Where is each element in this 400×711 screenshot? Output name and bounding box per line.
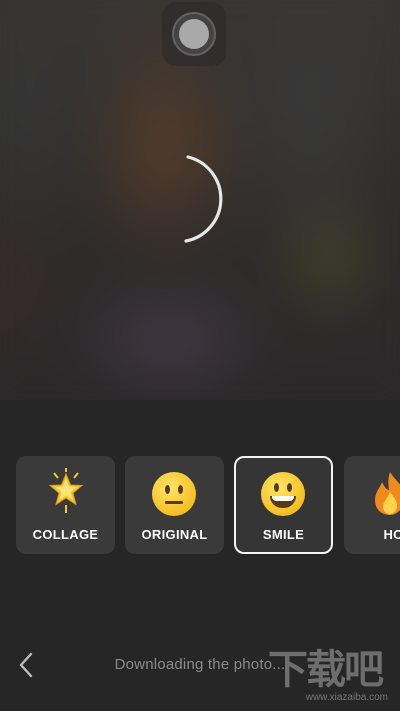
photo-preview: [0, 0, 400, 400]
filter-smile[interactable]: SMILE: [234, 456, 333, 554]
filter-collage[interactable]: COLLAGE: [16, 456, 115, 554]
grinning-face-icon: [261, 472, 305, 516]
filter-label: ORIGINAL: [141, 527, 208, 542]
filter-strip[interactable]: COLLAGE ORIGINAL SMILE HO: [0, 456, 400, 556]
watermark-url: www.xiazaiba.com: [305, 692, 388, 703]
filter-original[interactable]: ORIGINAL: [125, 456, 224, 554]
watermark: 下载吧 www.xiazaiba.com: [268, 648, 392, 708]
app-screen: COLLAGE ORIGINAL SMILE HO Downloading th…: [0, 0, 400, 711]
filter-label: COLLAGE: [32, 527, 99, 542]
shutter-button[interactable]: [162, 2, 226, 66]
watermark-logo: 下载吧: [268, 647, 384, 693]
fire-icon: [375, 472, 400, 515]
loading-spinner-icon: [184, 155, 223, 243]
shutter-button-icon: [172, 12, 216, 56]
filter-label: SMILE: [262, 527, 305, 542]
star-sparkle-icon: [48, 468, 84, 513]
filter-label: HO: [383, 527, 400, 542]
filter-hot[interactable]: HO: [344, 456, 400, 554]
neutral-face-icon: [152, 472, 196, 516]
